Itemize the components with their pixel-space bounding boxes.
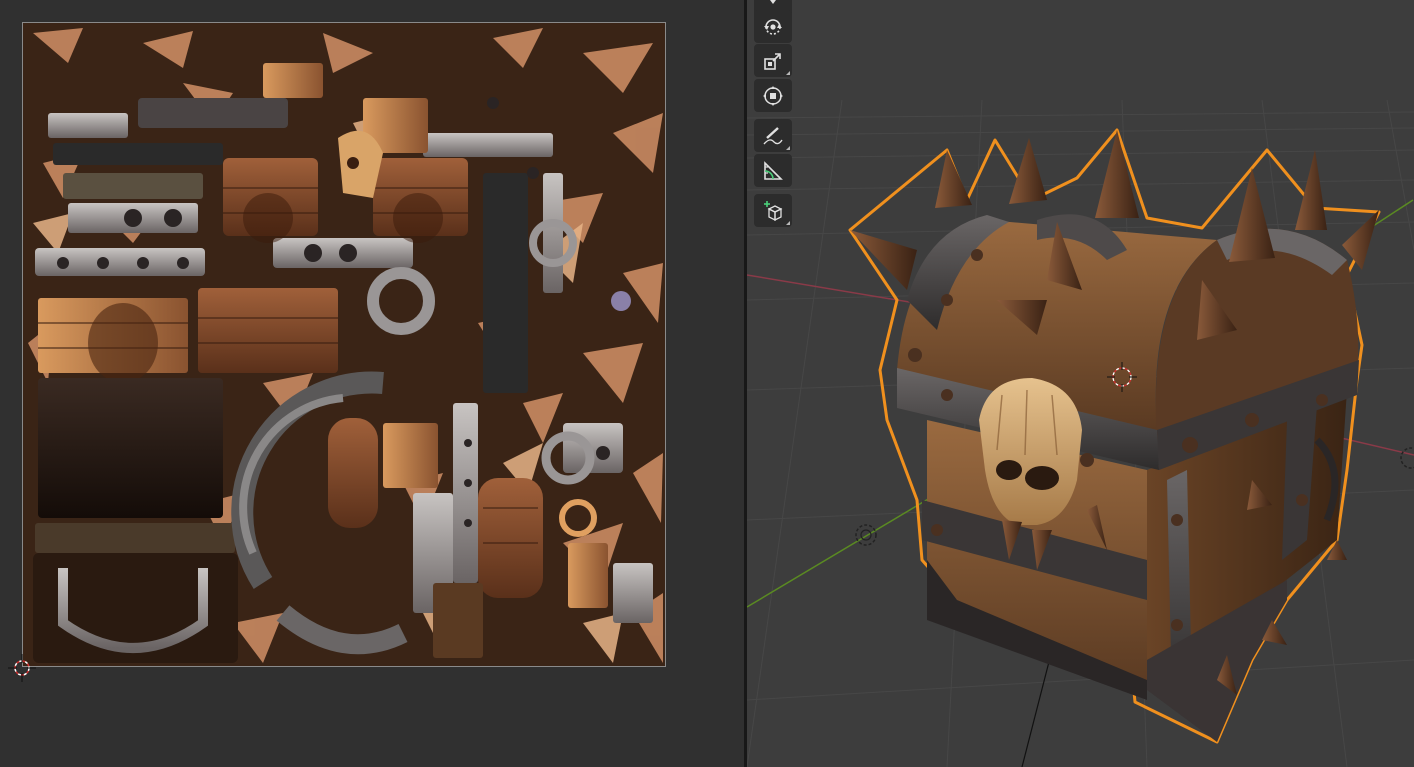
scale-tool-button[interactable] — [754, 44, 792, 77]
image-editor[interactable] — [0, 0, 744, 767]
texture-atlas-drawing — [23, 23, 665, 666]
rotate-tool-button[interactable] — [754, 10, 792, 43]
texture-atlas-image[interactable] — [22, 22, 666, 667]
measure-icon — [764, 160, 783, 180]
light-gizmo-icon[interactable] — [1400, 447, 1414, 469]
measure-tool-button[interactable] — [754, 154, 792, 187]
annotate-tool-button[interactable] — [754, 119, 792, 152]
transform-tool-button[interactable] — [754, 79, 792, 112]
treasure-chest-model[interactable] — [747, 0, 1414, 767]
transform-icon — [763, 85, 783, 106]
add-cube-icon — [764, 200, 783, 221]
rotate-icon — [764, 18, 782, 35]
scale-icon — [764, 52, 781, 70]
3d-viewport[interactable] — [747, 0, 1414, 767]
2d-cursor-icon[interactable] — [8, 654, 36, 682]
annotate-icon — [763, 126, 783, 144]
add-cube-tool-button[interactable] — [754, 194, 792, 227]
light-gizmo-icon[interactable] — [855, 524, 877, 546]
